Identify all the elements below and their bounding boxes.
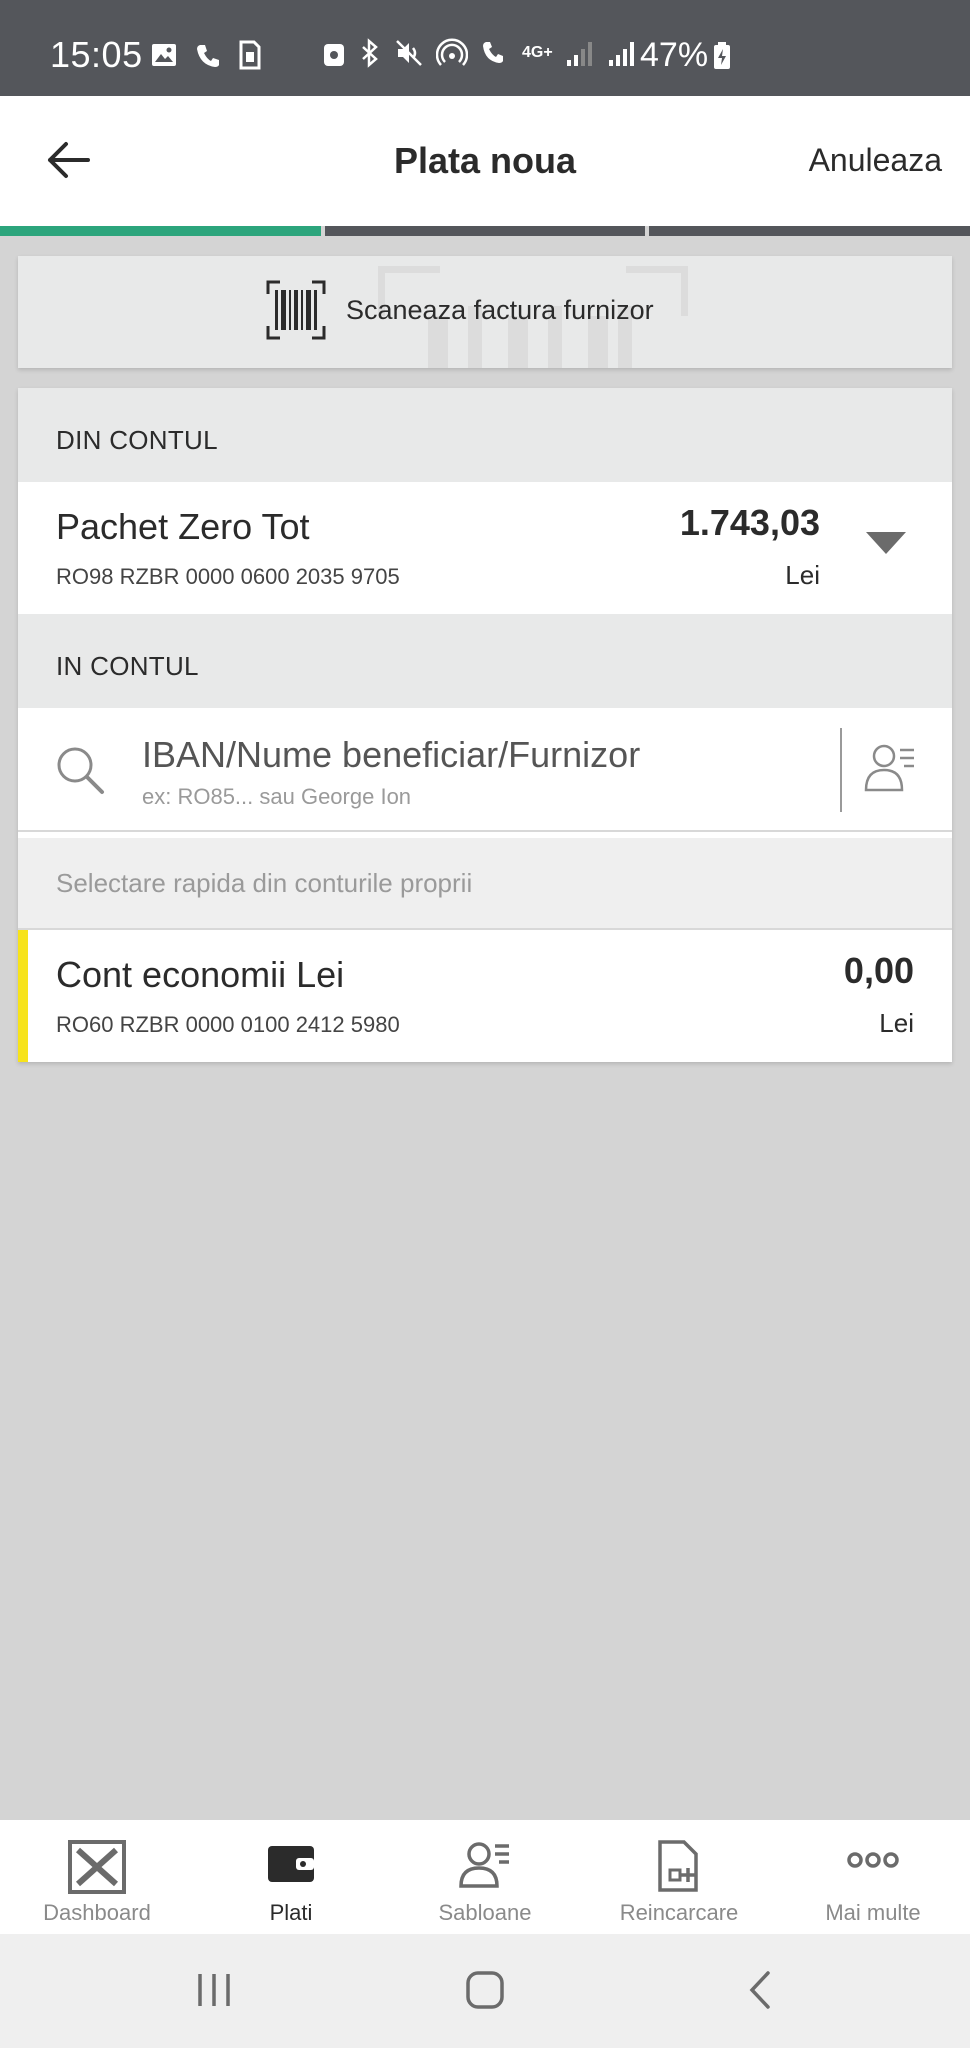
home-icon[interactable] (465, 1970, 505, 2010)
nav-mai-multe-label: Mai multe (825, 1900, 921, 1925)
account-color-stripe (18, 930, 28, 1062)
back-nav-icon[interactable] (740, 1970, 780, 2010)
own-account-iban: RO60 RZBR 0000 0100 2412 5980 (56, 1012, 400, 1037)
battery-icon (714, 41, 731, 69)
divider (840, 728, 842, 812)
recharge-icon (658, 1840, 698, 1892)
templates-icon (459, 1842, 509, 1888)
barcode-icon (266, 280, 326, 340)
progress-step-1 (0, 226, 321, 236)
wifi-call-icon (483, 42, 503, 63)
system-icons: 4G+ (322, 38, 637, 68)
nav-reincarcare[interactable]: Reincarcare (582, 1820, 776, 1934)
progress-step-3 (649, 226, 970, 236)
step-progress (0, 226, 970, 238)
to-account-heading: IN CONTUL (18, 614, 952, 708)
recent-apps-icon[interactable] (194, 1970, 234, 2010)
nav-mai-multe[interactable]: Mai multe (776, 1820, 970, 1934)
mute-icon (396, 40, 422, 66)
hotspot-icon (436, 38, 468, 66)
nav-reincarcare-label: Reincarcare (619, 1900, 739, 1925)
nav-dashboard[interactable]: Dashboard (0, 1820, 194, 1934)
nav-plati-label: Plati (269, 1900, 313, 1925)
beneficiary-search-input[interactable]: IBAN/Nume beneficiar/Furnizor ex: RO85..… (18, 708, 952, 832)
sim-icon (239, 40, 261, 70)
notification-icons (150, 40, 262, 70)
dashboard-icon (68, 1840, 126, 1894)
more-icon (847, 1852, 899, 1868)
from-account-iban: RO98 RZBR 0000 0600 2035 9705 (56, 564, 400, 589)
own-account-currency: Lei (879, 1008, 914, 1038)
from-account-selector[interactable]: Pachet Zero Tot RO98 RZBR 0000 0600 2035… (18, 482, 952, 614)
battery-status: 47% (640, 36, 732, 75)
network-type: 4G+ (522, 44, 553, 61)
wallet-icon (268, 1846, 314, 1882)
contacts-icon[interactable] (864, 742, 916, 792)
search-hint: ex: RO85... sau George Ion (142, 784, 412, 809)
own-account-name: Cont economii Lei (56, 954, 345, 995)
system-navigation-bar (0, 1934, 970, 2048)
from-account-name: Pachet Zero Tot (56, 506, 310, 547)
own-account-balance: 0,00 (843, 950, 914, 991)
search-icon (57, 747, 104, 794)
nav-sabloane-label: Sabloane (438, 1900, 532, 1925)
status-bar: 15:05 4G+ 47% (0, 0, 970, 96)
progress-step-2 (324, 226, 646, 236)
nav-dashboard-label: Dashboard (43, 1900, 151, 1925)
own-account-item[interactable]: Cont economii Lei RO60 RZBR 0000 0100 24… (18, 930, 952, 1062)
nav-sabloane[interactable]: Sabloane (388, 1820, 582, 1934)
image-icon (152, 44, 176, 66)
cancel-button[interactable]: Anuleaza (809, 142, 942, 179)
signal-icon (608, 42, 634, 66)
scan-invoice-button[interactable]: Scaneaza factura furnizor (18, 256, 952, 368)
chevron-down-icon (866, 532, 906, 554)
quick-select-heading: Selectare rapida din conturile proprii (18, 838, 952, 930)
from-account-heading: DIN CONTUL (18, 388, 952, 482)
bluetooth-icon (362, 38, 378, 68)
search-placeholder: IBAN/Nume beneficiar/Furnizor (142, 734, 641, 775)
scan-content: Scaneaza factura furnizor (266, 280, 654, 340)
from-account-currency: Lei (785, 560, 820, 590)
from-account-balance: 1.743,03 (679, 502, 820, 543)
app-header: Plata noua Anuleaza (0, 96, 970, 226)
call-icon (197, 45, 219, 67)
scan-label: Scaneaza factura furnizor (346, 294, 654, 325)
nav-plati[interactable]: Plati (194, 1820, 388, 1934)
status-time: 15:05 (50, 34, 143, 75)
battery-level: 47% (640, 36, 709, 74)
signal-icon (566, 42, 592, 66)
lock-app-icon (324, 44, 344, 66)
payment-form-card: DIN CONTUL Pachet Zero Tot RO98 RZBR 000… (18, 388, 952, 1062)
bottom-navigation: Dashboard Plati Sabloane Reincarcare Mai… (0, 1820, 970, 1934)
